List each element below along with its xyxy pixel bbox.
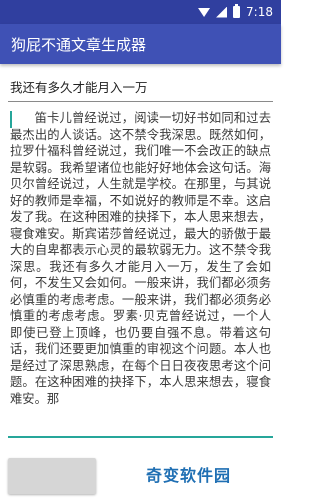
article-output[interactable]: 笛卡儿曾经说过，阅读一切好书如同和过去最杰出的人谈话。这不禁令我深思。既然如何，… [8, 108, 273, 438]
status-time: 7:18 [246, 5, 273, 19]
status-bar: 7:18 [0, 0, 281, 24]
battery-icon [233, 4, 241, 18]
wifi-icon [198, 8, 211, 17]
watermark-logo: 奇变软件园 [146, 466, 232, 485]
app-title: 狗屁不通文章生成器 [11, 35, 147, 54]
topic-input[interactable]: 我还有多久才能月入一万 [8, 72, 273, 102]
article-text: 笛卡儿曾经说过，阅读一切好书如同和过去最杰出的人谈话。这不禁令我深思。既然如何，… [10, 111, 271, 406]
text-cursor [10, 111, 12, 128]
signal-icon [216, 6, 228, 18]
generate-button[interactable] [8, 458, 96, 494]
topic-input-value: 我还有多久才能月入一万 [10, 80, 148, 95]
app-bar: 狗屁不通文章生成器 [0, 24, 281, 64]
